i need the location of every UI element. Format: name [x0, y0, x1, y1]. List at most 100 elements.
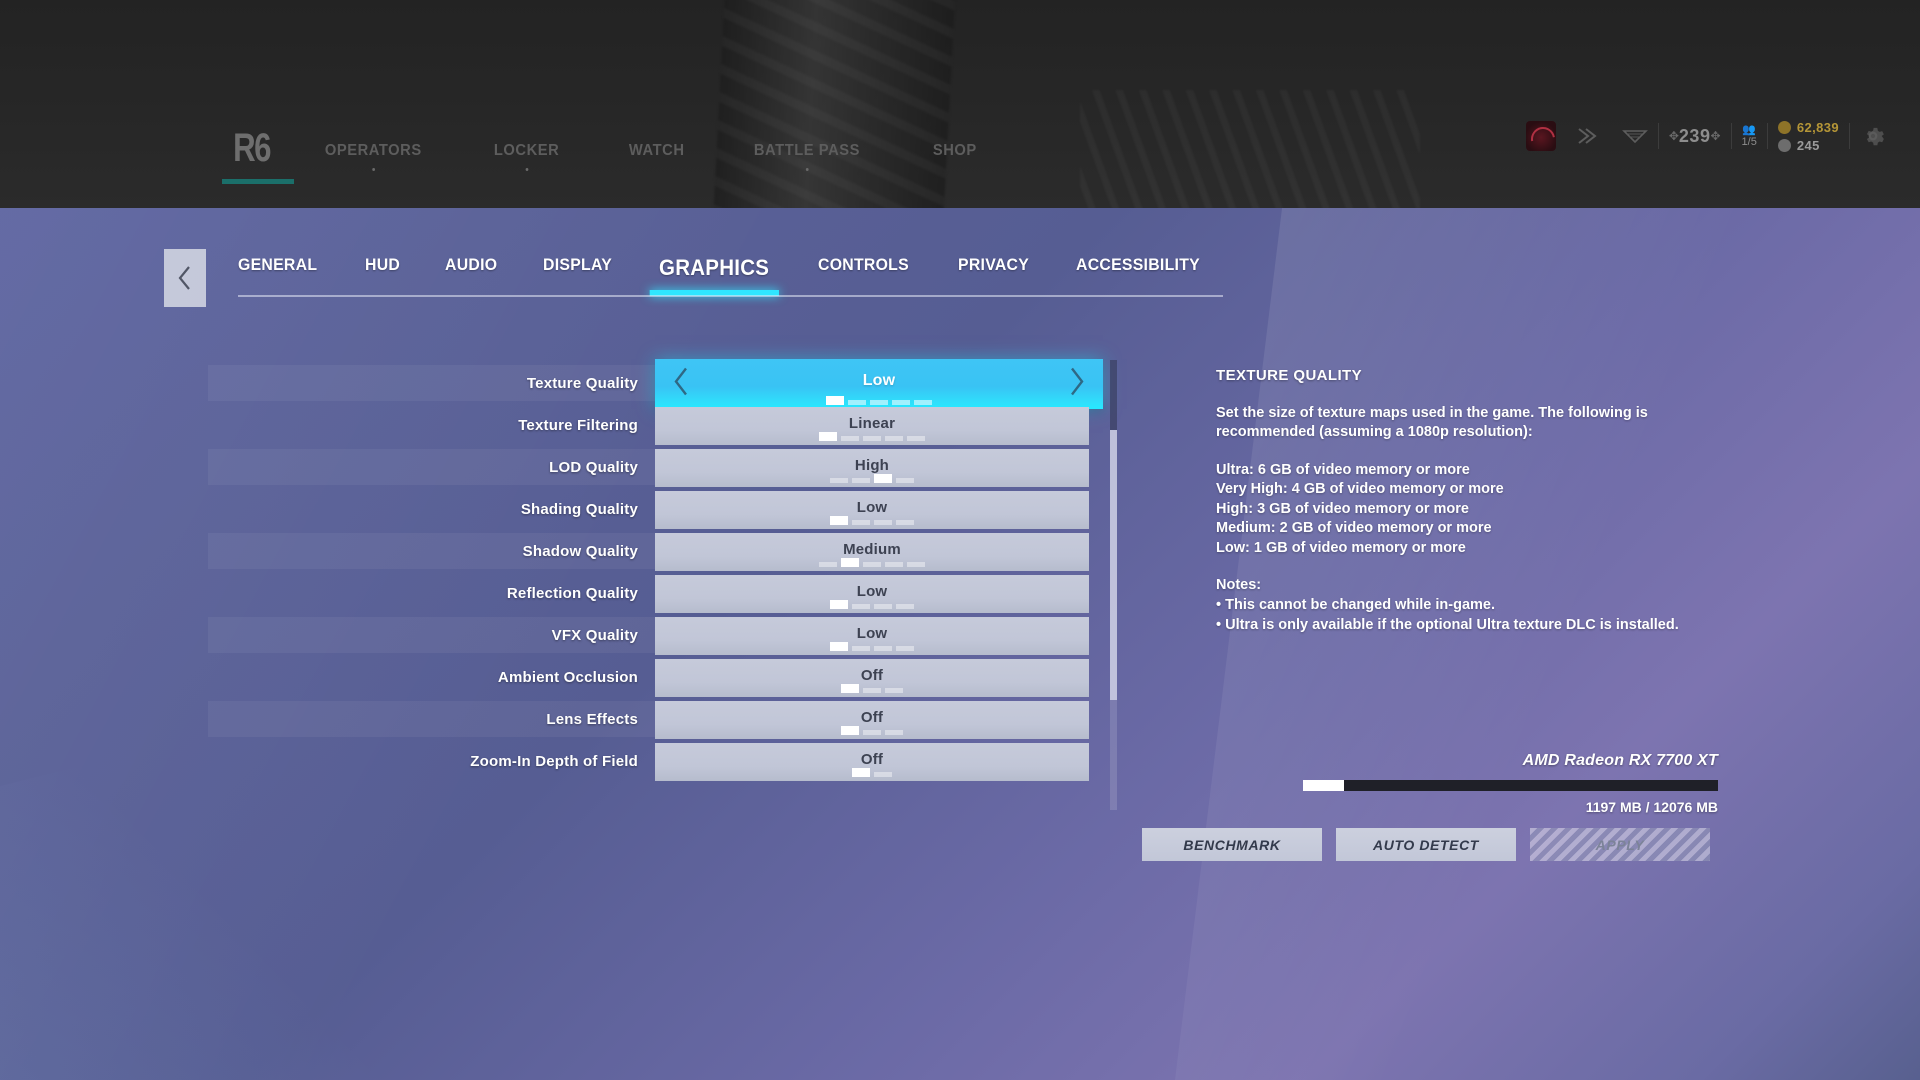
setting-step-indicator [819, 432, 925, 441]
setting-step [896, 478, 914, 483]
settings-scrollbar[interactable] [1110, 360, 1117, 810]
setting-step [826, 396, 844, 405]
setting-step [896, 520, 914, 525]
squad-block: 👥 1/5 [1742, 124, 1757, 148]
notes-title: Notes: [1216, 577, 1262, 594]
setting-step [907, 436, 925, 441]
player-level: ✥ 239 ✥ [1659, 114, 1731, 158]
apply-button[interactable]: APPLY [1530, 828, 1710, 861]
game-top-bar: R6 OPERATORS LOCKER WATCH BATTLE PASS SH… [0, 0, 1920, 208]
renown-value: 245 [1796, 137, 1820, 153]
squad-status[interactable]: 👥 1/5 [1732, 114, 1767, 158]
setting-value-control[interactable]: Low [655, 575, 1089, 613]
setting-step [863, 436, 881, 441]
setting-value-control[interactable]: Off [655, 743, 1089, 781]
setting-row[interactable]: Zoom-In Depth of Field Off [208, 743, 1108, 785]
tab-graphics[interactable]: GRAPHICS [650, 255, 779, 296]
rank-badge-icon [1525, 121, 1556, 151]
setting-value-control[interactable]: Low [655, 617, 1089, 655]
setting-value-control[interactable]: Off [655, 659, 1089, 697]
setting-row[interactable]: Reflection Quality Low [208, 575, 1108, 617]
setting-row[interactable]: Shading Quality Low [208, 491, 1108, 533]
back-button[interactable] [164, 249, 206, 307]
alpha-pack[interactable] [1612, 114, 1658, 158]
setting-value: Off [860, 751, 884, 768]
auto-detect-button[interactable]: AUTO DETECT [1336, 828, 1516, 861]
description-paragraph: Set the size of texture maps used in the… [1216, 405, 1648, 441]
setting-step [870, 400, 888, 405]
chevron-left-icon[interactable] [671, 366, 691, 403]
setting-row[interactable]: Texture Quality Low [208, 359, 1108, 409]
benchmark-button[interactable]: BENCHMARK [1142, 828, 1322, 861]
rank-badge[interactable] [1516, 114, 1566, 158]
setting-row[interactable]: Lens Effects Off [208, 701, 1108, 743]
setting-step [841, 684, 859, 693]
nav-item-shop[interactable]: SHOP [920, 142, 990, 160]
nav-item-locker[interactable]: LOCKER [481, 142, 572, 171]
tab-privacy[interactable]: PRIVACY [958, 255, 1029, 281]
gpu-vram-block: AMD Radeon RX 7700 XT 1197 MB / 12076 MB [1198, 752, 1718, 815]
setting-step [841, 558, 859, 567]
setting-step-indicator [830, 642, 914, 651]
setting-step [896, 604, 914, 609]
chevron-left-icon [178, 266, 190, 290]
setting-step [874, 772, 892, 777]
currency-group[interactable]: 62,839 245 [1768, 114, 1849, 158]
description-notes: Notes: • This cannot be changed while in… [1216, 576, 1746, 635]
setting-label: Zoom-In Depth of Field [470, 752, 638, 770]
setting-value-control[interactable]: Low [655, 359, 1103, 409]
setting-row[interactable]: LOD Quality High [208, 449, 1108, 491]
setting-row[interactable]: Ambient Occlusion Off [208, 659, 1108, 701]
setting-step-indicator [841, 726, 903, 735]
setting-value: High [854, 457, 890, 474]
main-navigation: R6 OPERATORS LOCKER WATCH BATTLE PASS SH… [0, 118, 1920, 184]
nav-item-label: LOCKER [494, 142, 560, 159]
nav-notification-dot [525, 168, 529, 171]
settings-scrollbar-thumb[interactable] [1110, 430, 1117, 700]
settings-button[interactable] [1850, 114, 1896, 158]
setting-label: Ambient Occlusion [497, 668, 638, 686]
nav-item-watch[interactable]: WATCH [616, 142, 697, 160]
setting-description-panel: TEXTURE QUALITY Set the size of texture … [1216, 367, 1746, 653]
setting-step [852, 520, 870, 525]
setting-step [896, 646, 914, 651]
setting-value-control[interactable]: Off [655, 701, 1089, 739]
tab-controls[interactable]: CONTROLS [818, 255, 909, 281]
r6-credits-icon [1777, 120, 1791, 134]
description-requirements: Ultra: 6 GB of video memory or more Very… [1216, 461, 1746, 559]
setting-row[interactable]: VFX Quality Low [208, 617, 1108, 659]
tab-general[interactable]: GENERAL [238, 255, 317, 281]
chevron-right-icon[interactable] [1067, 366, 1087, 403]
setting-step-indicator [830, 516, 914, 525]
renown-icon [1777, 138, 1791, 152]
nav-item-operators[interactable]: OPERATORS [312, 142, 435, 171]
setting-step [830, 642, 848, 651]
graphics-settings-list: Texture Quality Low Texture Filtering Linea… [208, 359, 1108, 785]
setting-value: Low [862, 371, 896, 389]
note-line: • Ultra is only available if the optiona… [1216, 616, 1679, 633]
setting-step-indicator [841, 684, 903, 693]
tab-hud[interactable]: HUD [365, 255, 400, 281]
tab-display[interactable]: DISPLAY [543, 255, 612, 281]
setting-value: Off [860, 709, 884, 726]
setting-value-control[interactable]: Medium [655, 533, 1089, 571]
tab-label: GRAPHICS [659, 255, 770, 280]
tab-accessibility[interactable]: ACCESSIBILITY [1076, 255, 1200, 281]
setting-value-control[interactable]: Linear [655, 407, 1089, 445]
setting-step-indicator [826, 396, 932, 405]
requirement-line: Medium: 2 GB of video memory or more [1216, 520, 1492, 537]
tab-audio[interactable]: AUDIO [445, 255, 497, 281]
setting-step [841, 436, 859, 441]
setting-row[interactable]: Shadow Quality Medium [208, 533, 1108, 575]
requirement-line: High: 3 GB of video memory or more [1216, 500, 1469, 517]
tab-bar-divider [238, 295, 1223, 297]
nav-item-battle-pass[interactable]: BATTLE PASS [741, 142, 873, 171]
r6-logo[interactable]: R6 [222, 128, 298, 184]
requirement-line: Very High: 4 GB of video memory or more [1216, 481, 1504, 498]
setting-label: Shadow Quality [522, 542, 638, 560]
setting-step [914, 400, 932, 405]
tab-label: HUD [365, 255, 401, 274]
setting-value-control[interactable]: High [655, 449, 1089, 487]
setting-row[interactable]: Texture Filtering Linear [208, 407, 1108, 449]
setting-value-control[interactable]: Low [655, 491, 1089, 529]
